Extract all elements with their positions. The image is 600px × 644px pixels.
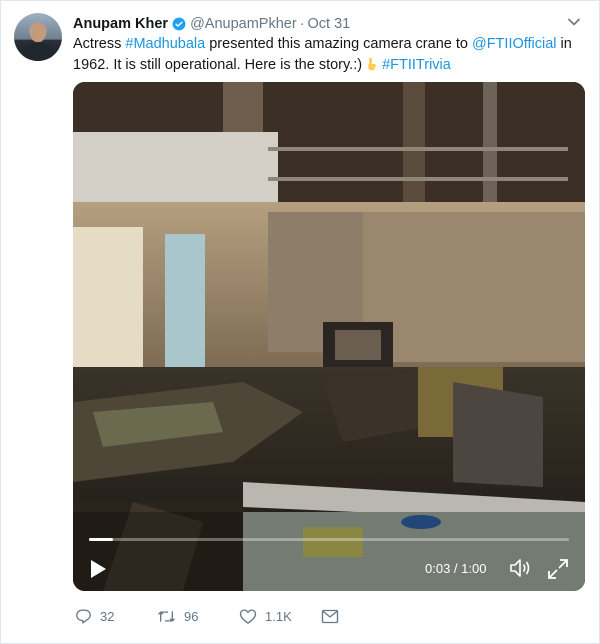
- video-progress-bar[interactable]: [89, 538, 569, 541]
- fullscreen-icon[interactable]: [546, 557, 570, 581]
- envelope-icon: [321, 609, 339, 623]
- tweet-header: Anupam Kher @AnupamPkher · Oct 31: [73, 14, 350, 34]
- hashtag-ftiitrivia[interactable]: #FTIITrivia: [382, 57, 451, 73]
- separator-dot: ·: [299, 16, 305, 32]
- heart-icon: [239, 608, 257, 624]
- verified-badge-icon: [172, 17, 186, 31]
- hashtag-madhubala[interactable]: #Madhubala: [125, 36, 205, 52]
- text-part-2: presented this amazing camera crane to: [205, 36, 472, 52]
- like-button[interactable]: 1.1K: [239, 608, 321, 625]
- tweet-date[interactable]: Oct 31: [308, 16, 351, 32]
- chevron-down-icon[interactable]: [567, 17, 581, 27]
- reply-icon: [76, 608, 91, 624]
- like-count: 1.1K: [265, 608, 292, 624]
- author-name[interactable]: Anupam Kher: [73, 16, 168, 32]
- video-frame: [73, 82, 585, 591]
- video-progress-fill: [89, 538, 113, 541]
- volume-icon[interactable]: [508, 557, 532, 579]
- reply-count: 32: [100, 608, 115, 624]
- video-player[interactable]: 0:03 / 1:00: [73, 82, 585, 591]
- time-separator: /: [450, 561, 462, 576]
- pointing-down-hand-emoji: [368, 57, 376, 71]
- video-time: 0:03 / 1:00: [425, 561, 486, 576]
- tweet-actions: 32 96 1.1K: [75, 605, 347, 627]
- direct-message-button[interactable]: [321, 609, 347, 624]
- duration: 1:00: [461, 561, 487, 576]
- current-time: 0:03: [425, 561, 451, 576]
- author-handle[interactable]: @AnupamPkher: [190, 16, 297, 32]
- mention-ftii[interactable]: @FTIIOfficial: [472, 36, 557, 52]
- reply-button[interactable]: 32: [75, 608, 157, 625]
- tweet-card: Anupam Kher @AnupamPkher · Oct 31 Actres…: [0, 0, 600, 644]
- retweet-button[interactable]: 96: [157, 608, 239, 625]
- retweet-count: 96: [184, 608, 199, 624]
- text-part-1: Actress: [73, 36, 126, 52]
- avatar[interactable]: [14, 13, 62, 61]
- retweet-icon: [157, 610, 176, 622]
- tweet-text: Actress #Madhubala presented this amazin…: [73, 34, 573, 76]
- play-icon[interactable]: [87, 558, 109, 580]
